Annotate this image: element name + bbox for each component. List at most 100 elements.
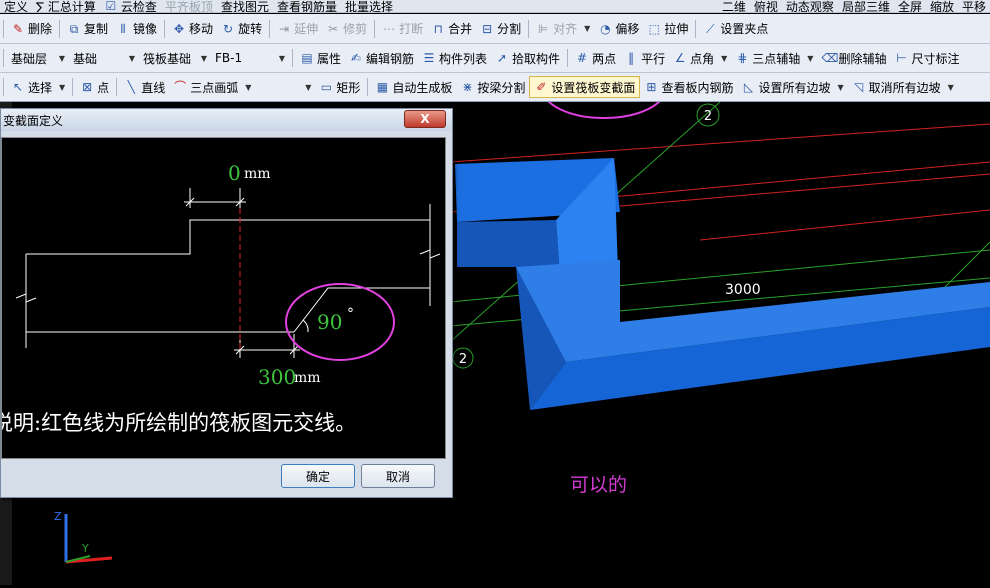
dim-bottom-value: 300 (258, 365, 296, 389)
move-icon: ✥ (174, 21, 185, 36)
rect-button[interactable]: ▭ 矩形 (315, 76, 364, 98)
menu-view-rebar-label: 查看钢筋量 (276, 0, 337, 13)
menu-batch-select[interactable]: 批量选择 (341, 0, 397, 12)
set-grip-label: 设置夹点 (720, 22, 769, 36)
offset-label: 偏移 (615, 22, 640, 36)
section-change-icon: ✐ (536, 80, 547, 94)
menu-define[interactable]: 定义 (0, 0, 32, 12)
set-grip-button[interactable]: ⟋ 设置夹点 (699, 18, 772, 40)
menu-zoom[interactable]: 缩放 (926, 0, 958, 13)
dialog-titlebar[interactable]: 变截面定义 (1, 109, 452, 131)
category-select[interactable]: 基础 ▼ (69, 48, 139, 68)
separator (72, 78, 74, 96)
dimension-icon: ⊢ (896, 51, 907, 65)
element-select[interactable]: FB-1 ▼ (211, 48, 289, 68)
properties-button[interactable]: ▤ 属性 (296, 47, 345, 69)
menu-top-view[interactable]: 俯视 (750, 0, 782, 12)
slab-outline-top-left (26, 219, 240, 255)
menu-2d[interactable]: 二维 (718, 0, 750, 13)
stretch-button[interactable]: ⬚ 拉伸 (643, 18, 692, 40)
rect-label: 矩形 (336, 80, 361, 95)
parallel-button[interactable]: ‖ 平行 (620, 47, 669, 69)
menu-fullscreen-label: 全屏 (897, 0, 922, 13)
ok-button[interactable]: 确定 (281, 464, 355, 488)
menu-view-rebar[interactable]: 查看钢筋量 (273, 0, 341, 13)
menu-cloud-check[interactable]: ☑ 云检查 (100, 0, 161, 13)
point-button[interactable]: ⊠ 点 (76, 76, 113, 98)
auto-gen-button[interactable]: ▦ 自动生成板 (371, 76, 456, 98)
dimension-label: 尺寸标注 (911, 51, 960, 66)
pick-component-button[interactable]: ➚ 拾取构件 (491, 47, 564, 69)
view-rebar-button[interactable]: ⊞ 查看板内钢筋 (640, 76, 737, 98)
split-icon: ⊟ (482, 21, 493, 36)
edit-rebar-icon: ✍ (350, 51, 362, 65)
by-beam-button[interactable]: ⋇ 按梁分割 (456, 76, 529, 98)
chevron-down-icon: ▼ (59, 82, 66, 92)
dim-bottom-unit: mm (294, 370, 321, 386)
set-section-change-button[interactable]: ✐ 设置筏板变截面 (529, 76, 641, 98)
dimension-label-3000: 3000 (725, 282, 761, 298)
separator (116, 78, 118, 96)
cancel-button[interactable]: 取消 (361, 464, 435, 488)
point-angle-button[interactable]: ∠ 点角 ▼ (669, 47, 731, 69)
chevron-down-icon: ▼ (305, 82, 312, 92)
delete-label: 删除 (28, 22, 53, 36)
menu-cloud-check-label: 云检查 (120, 0, 157, 13)
menu-local-3d[interactable]: 局部三维 (838, 0, 894, 13)
separator (269, 19, 271, 38)
break-button[interactable]: ⋯ 打断 (378, 18, 427, 40)
separator (3, 78, 4, 96)
menu-orbit[interactable]: 动态观察 (782, 0, 838, 12)
edit-rebar-button[interactable]: ✍ 编辑钢筋 (345, 47, 418, 69)
move-button[interactable]: ✥ 移动 (168, 18, 217, 40)
offset-icon: ◔ (600, 21, 611, 36)
set-all-slopes-button[interactable]: ◺ 设置所有边坡 ▼ (737, 76, 847, 98)
delete-axis-button[interactable]: ⌫ 删除辅轴 (817, 47, 890, 69)
menu-pan[interactable]: 平移 (958, 0, 990, 13)
three-point-axis-button[interactable]: ⋕ 三点辅轴 ▼ (731, 47, 817, 69)
two-points-button[interactable]: # 两点 (571, 47, 620, 69)
menu-2d-label: 二维 (721, 0, 746, 13)
break-mark-left (15, 293, 37, 303)
select-button[interactable]: ↖ 选择 ▼ (7, 76, 69, 98)
extend-button[interactable]: ⇥ 延伸 (273, 18, 322, 40)
split-button[interactable]: ⊟ 分割 (476, 18, 525, 40)
properties-icon: ▤ (301, 51, 313, 65)
arc-mode-select[interactable]: ▼ (255, 77, 315, 97)
delete-button[interactable]: ✎ 删除 (7, 18, 56, 40)
component-list-button[interactable]: ☰ 构件列表 (418, 47, 491, 69)
break-label: 打断 (399, 22, 424, 36)
trim-button[interactable]: ✂ 修剪 (322, 18, 371, 40)
copy-button[interactable]: ⧉ 复制 (63, 18, 112, 40)
type-select[interactable]: 筏板基础 ▼ (139, 48, 211, 68)
rotate-button[interactable]: ↻ 旋转 (217, 18, 266, 40)
line-button[interactable]: ╲ 直线 (120, 76, 169, 98)
mirror-button[interactable]: ⫴ 镜像 (112, 18, 161, 40)
menu-local-3d-label: 局部三维 (841, 0, 890, 13)
layer-select[interactable]: 基础层 ▼ (7, 48, 69, 68)
align-button[interactable]: ⊫ 对齐 ▼ (532, 18, 594, 40)
menu-zoom-label: 缩放 (929, 0, 954, 13)
menu-fullscreen[interactable]: 全屏 (894, 0, 926, 13)
dim-top-unit: mm (244, 166, 271, 182)
menu-flush[interactable]: 平齐板顶 (161, 0, 217, 13)
menu-summary[interactable]: ∑ 汇总计算 (32, 0, 100, 12)
menu-pan-label: 平移 (961, 0, 986, 13)
properties-label: 属性 (317, 51, 342, 66)
menu-flush-label: 平齐板顶 (164, 0, 213, 13)
merge-button[interactable]: ⊓ 合并 (427, 18, 476, 40)
menu-find[interactable]: 查找图元 (217, 0, 273, 12)
chevron-down-icon: ▼ (278, 53, 285, 63)
offset-button[interactable]: ◔ 偏移 (594, 18, 643, 40)
cancel-all-slopes-button[interactable]: ◹ 取消所有边坡 ▼ (848, 76, 958, 98)
section-preview-canvas: 0 mm 90 ° 300 mm 说明:红色线为所绘制的筏板图元交线。 (0, 137, 446, 459)
auto-gen-label: 自动生成板 (392, 80, 453, 95)
align-icon: ⊫ (537, 21, 549, 36)
grid-line-red (449, 123, 990, 163)
align-label: 对齐 (553, 22, 578, 36)
break-mark-right (419, 249, 441, 259)
arc-button[interactable]: ⌒ 三点画弧 ▼ (169, 76, 255, 98)
dialog-close-button[interactable]: X (404, 110, 446, 128)
grid-line-red (699, 209, 990, 241)
dimension-button[interactable]: ⊢ 尺寸标注 (890, 47, 963, 69)
